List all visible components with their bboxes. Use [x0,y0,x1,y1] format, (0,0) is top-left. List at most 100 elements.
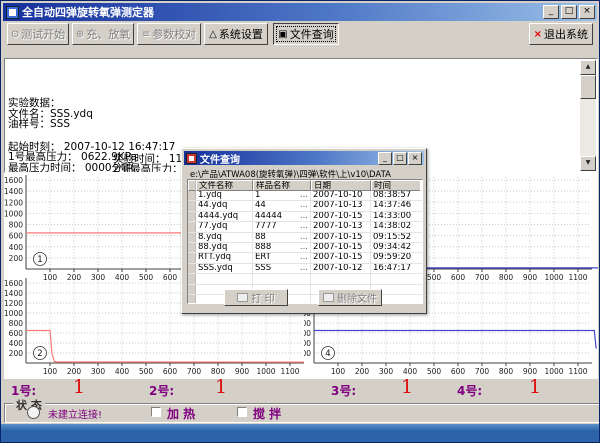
system-settings-label: 系统设置 [219,26,263,42]
print-button[interactable]: 打 印 [224,289,288,306]
delete-file-button[interactable]: 删除文件 [318,289,382,306]
svg-text:200: 200 [67,367,82,376]
close-button[interactable]: × [579,5,595,19]
svg-text:1200: 1200 [4,198,23,207]
toolbar: ⊙ 测试开始 ⊕ 充、放氧 ≡ 参数校对 △ 系统设置 ▣ 文件查询 × 退出系… [3,21,597,47]
bomb-4-label: 4号: [457,382,482,399]
svg-text:600: 600 [451,367,466,376]
table-row[interactable]: 4444.ydq44444...2007-10-1514:33:00 [188,212,422,222]
delete-file-icon [323,293,334,302]
table-row[interactable]: 1.ydq1...2007-10-1008:38:57 [188,191,422,201]
param-calibrate-button[interactable]: ≡ 参数校对 [137,23,201,45]
bomb-3-value: 1 [401,376,413,398]
dialog-maximize-button[interactable]: □ [393,152,407,165]
table-row[interactable]: 88.ydq888...2007-10-1509:34:42 [188,243,422,253]
table-row[interactable]: 44.ydq44...2007-10-1314:37:46 [188,201,422,211]
svg-text:1000: 1000 [256,367,275,376]
stirring-label: 搅 拌 [253,405,281,422]
file-table-body: 1.ydq1...2007-10-1008:38:5744.ydq44...20… [188,191,422,304]
print-label: 打 印 [251,290,274,305]
oxygen-fill-label: 充、放氧 [86,26,130,42]
svg-text:1100: 1100 [280,367,299,376]
file-query-label: 文件查询 [290,26,334,42]
table-row[interactable]: RTT.ydqERT...2007-10-1509:59:20 [188,253,422,263]
col-file-name: 文件名称 [196,180,253,191]
svg-text:1400: 1400 [4,289,23,298]
status-groupbox: 状 态 未建立连接! 加 热 搅 拌 [4,403,600,423]
oxygen-fill-icon: ⊕ [76,29,84,40]
svg-text:1000: 1000 [4,209,23,218]
app-icon [6,6,19,19]
col-time: 时间 [371,180,420,191]
heating-checkbox[interactable] [151,407,161,417]
scroll-up-icon[interactable]: ▲ [580,60,596,75]
exit-system-icon: × [534,29,542,40]
svg-text:400: 400 [304,339,311,348]
connection-status: 未建立连接! [48,406,102,421]
table-row[interactable]: 77.ydq7777...2007-10-1314:38:02 [188,222,422,232]
bomb-4-value: 1 [529,376,541,398]
svg-text:900: 900 [235,367,250,376]
start-test-label: 测试开始 [21,26,65,42]
col-date: 日期 [311,180,371,191]
scroll-down-icon[interactable]: ▼ [580,156,596,171]
param-calibrate-icon: ≡ [142,29,150,40]
bomb-2-label: 2号: [149,382,174,399]
system-settings-button[interactable]: △ 系统设置 [204,23,268,45]
svg-text:300: 300 [379,367,394,376]
svg-text:100: 100 [331,367,346,376]
file-table: 文件名称 样品名称 日期 时间 1.ydq1...2007-10-1008:38… [187,179,423,304]
svg-text:2: 2 [37,349,42,359]
title-bar: 全自动四弹旋转氧弹测定器 _ □ × [3,3,597,21]
table-row[interactable]: 8.ydq88...2007-10-1509:15:52 [188,233,422,243]
window-title: 全自动四弹旋转氧弹测定器 [22,4,543,20]
file-table-header: 文件名称 样品名称 日期 时间 [188,180,422,191]
file-query-button[interactable]: ▣ 文件查询 [273,23,339,45]
start-test-button[interactable]: ⊙ 测试开始 [7,23,69,45]
svg-text:200: 200 [355,367,370,376]
svg-text:800: 800 [211,367,226,376]
svg-text:600: 600 [163,367,178,376]
svg-text:1400: 1400 [4,187,23,196]
start-test-icon: ⊙ [11,29,19,40]
stirring-checkbox[interactable] [237,407,247,417]
svg-text:700: 700 [475,367,490,376]
col-sample-name: 样品名称 [253,180,311,191]
bomb-3-label: 3号: [331,382,356,399]
text-scrollbar[interactable]: ▲ ▼ [580,60,596,171]
svg-text:4: 4 [325,349,330,359]
svg-text:200: 200 [9,349,24,358]
svg-text:400: 400 [403,367,418,376]
oxygen-fill-button[interactable]: ⊕ 充、放氧 [72,23,134,45]
minimize-button[interactable]: _ [543,5,559,19]
maximize-button[interactable]: □ [561,5,577,19]
bottom-bar [1,424,600,443]
bomb-2-value: 1 [215,376,227,398]
system-settings-icon: △ [209,29,217,40]
dialog-minimize-button[interactable]: _ [378,152,392,165]
connection-led [27,406,40,419]
svg-text:800: 800 [304,319,311,328]
exit-system-button[interactable]: × 退出系统 [529,23,593,45]
selector-column-header [188,180,196,191]
svg-text:900: 900 [523,367,538,376]
param-calibrate-label: 参数校对 [152,26,196,42]
svg-text:200: 200 [9,254,24,263]
svg-text:600: 600 [304,329,311,338]
scroll-thumb[interactable] [580,75,596,99]
svg-text:1600: 1600 [4,176,23,185]
svg-text:800: 800 [9,221,24,230]
dialog-title: 文件查询 [200,151,377,166]
svg-text:500: 500 [427,367,442,376]
app-window: 全自动四弹旋转氧弹测定器 _ □ × ⊙ 测试开始 ⊕ 充、放氧 ≡ 参数校对 … [0,0,600,443]
svg-text:500: 500 [139,367,154,376]
svg-text:100: 100 [43,367,58,376]
exit-system-label: 退出系统 [544,26,588,42]
svg-text:700: 700 [187,367,202,376]
svg-text:1100: 1100 [568,367,587,376]
dialog-title-bar[interactable]: 文件查询 _ □ × [184,151,424,165]
bomb-1-value: 1 [73,376,85,398]
dialog-close-button[interactable]: × [408,152,422,165]
table-row[interactable]: SSS.ydqSSS...2007-10-1216:47:17 [188,264,422,274]
table-row[interactable] [188,274,422,284]
